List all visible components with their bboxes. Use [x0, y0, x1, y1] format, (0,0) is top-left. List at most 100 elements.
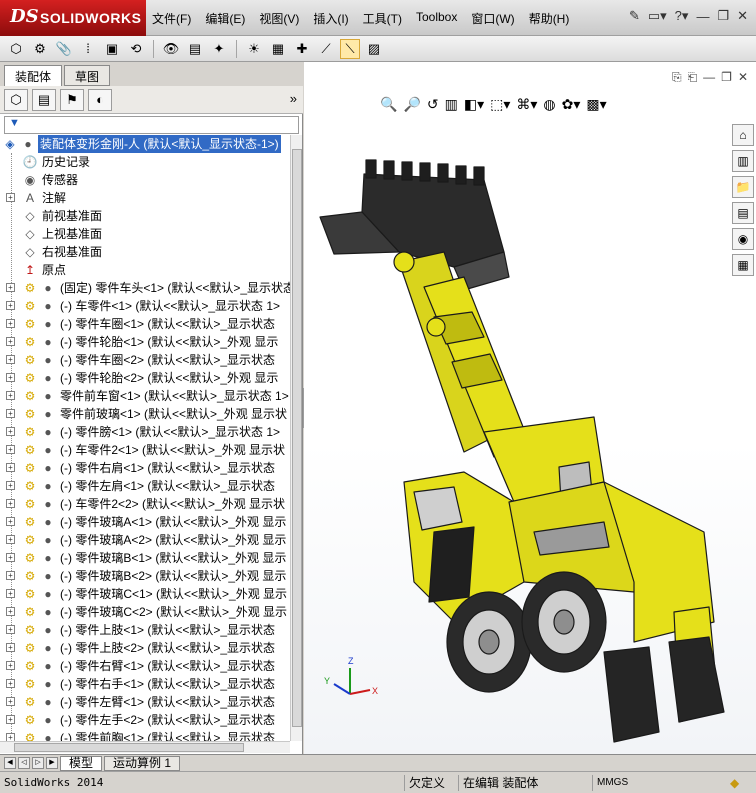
- expand-toggle-icon[interactable]: +: [6, 661, 15, 670]
- feature-manager-icon[interactable]: ⬡: [4, 88, 28, 111]
- tree-component-item[interactable]: + ⚙ ● (-) 车零件2<1> (默认<<默认>_外观 显示状: [0, 441, 290, 459]
- expand-toggle-icon[interactable]: +: [6, 193, 15, 202]
- expand-panel-icon[interactable]: »: [290, 91, 297, 106]
- expand-toggle-icon[interactable]: +: [6, 499, 15, 508]
- expand-toggle-icon[interactable]: +: [6, 517, 15, 526]
- tab-sketch[interactable]: 草图: [64, 65, 111, 86]
- tree-filter[interactable]: ▼: [4, 116, 299, 134]
- pin-icon[interactable]: ✎: [629, 8, 640, 24]
- tree-folder-item[interactable]: ↥ 原点: [0, 261, 290, 279]
- menu-tools[interactable]: 工具(T): [363, 10, 402, 27]
- tree-component-item[interactable]: + ⚙ ● (-) 零件轮胎<1> (默认<<默认>_外观 显示: [0, 333, 290, 351]
- tree-component-item[interactable]: + ⚙ ● (-) 零件玻璃C<1> (默认<<默认>_外观 显示: [0, 585, 290, 603]
- tree-folder-item[interactable]: ◇ 上视基准面: [0, 225, 290, 243]
- menu-view[interactable]: 视图(V): [259, 10, 299, 27]
- expand-toggle-icon[interactable]: +: [6, 571, 15, 580]
- minimize-icon[interactable]: —: [696, 9, 709, 24]
- solidworks-logo[interactable]: DS SOLIDWORKS: [0, 0, 146, 36]
- expand-toggle-icon[interactable]: +: [6, 553, 15, 562]
- help-icon[interactable]: ?▾: [675, 8, 689, 24]
- tree-horizontal-scrollbar[interactable]: [0, 741, 290, 753]
- menu-insert[interactable]: 插入(I): [313, 10, 348, 27]
- tab-assembly[interactable]: 装配体: [4, 65, 63, 86]
- graphics-area[interactable]: ⎘ ⎗ — ❐ ✕ 🔍 🔎 ↺ ▥ ◧▾ ⬚▾ ⌘▾ ◍ ✿▾ ▩▾ ⌂ ▥ 📁…: [304, 62, 756, 754]
- bill-of-materials-icon[interactable]: ▦: [268, 39, 288, 59]
- wheel-front[interactable]: [446, 591, 532, 693]
- property-manager-icon[interactable]: ▤: [32, 88, 56, 111]
- tree-component-item[interactable]: + ⚙ ● (-) 零件车圈<1> (默认<<默认>_显示状态: [0, 315, 290, 333]
- tree-folder-item[interactable]: ◇ 前视基准面: [0, 207, 290, 225]
- tree-component-item[interactable]: + ⚙ ● (-) 零件前胸<1> (默认<<默认>_显示状态: [0, 729, 290, 741]
- display-manager-icon[interactable]: ◐: [88, 88, 112, 111]
- new-document-icon[interactable]: ▭▾: [648, 8, 667, 24]
- expand-toggle-icon[interactable]: +: [6, 481, 15, 490]
- tree-component-item[interactable]: + ⚙ ● (-) 车零件2<2> (默认<<默认>_外观 显示状: [0, 495, 290, 513]
- rebuild-icon[interactable]: ◆: [730, 775, 739, 791]
- expand-toggle-icon[interactable]: +: [6, 373, 15, 382]
- expand-toggle-icon[interactable]: +: [6, 625, 15, 634]
- tree-component-item[interactable]: + ⚙ ● (-) 零件右臂<1> (默认<<默认>_显示状态: [0, 657, 290, 675]
- menu-window[interactable]: 窗口(W): [471, 10, 514, 27]
- prev-tab-icon[interactable]: ◁: [18, 757, 30, 769]
- expand-toggle-icon[interactable]: +: [6, 643, 15, 652]
- tree-component-item[interactable]: + ⚙ ● (-) 零件玻璃A<1> (默认<<默认>_外观 显示: [0, 513, 290, 531]
- tree-component-item[interactable]: + ⚙ ● 零件前车窗<1> (默认<<默认>_显示状态 1>: [0, 387, 290, 405]
- tree-component-item[interactable]: + ⚙ ● (-) 零件玻璃A<2> (默认<<默认>_外观 显示: [0, 531, 290, 549]
- move-component-icon[interactable]: ⟲: [126, 39, 146, 59]
- tree-component-item[interactable]: + ⚙ ● (固定) 零件车头<1> (默认<<默认>_显示状态: [0, 279, 290, 297]
- tree-folder-item[interactable]: + A 注解: [0, 189, 290, 207]
- foot-right[interactable]: [668, 636, 725, 723]
- menu-edit[interactable]: 编辑(E): [205, 10, 245, 27]
- edit-component-icon[interactable]: ⬡: [6, 39, 26, 59]
- show-hidden-icon[interactable]: 👁: [161, 39, 181, 59]
- side-block[interactable]: [428, 526, 475, 603]
- expand-toggle-icon[interactable]: +: [6, 301, 15, 310]
- tree-vertical-scrollbar[interactable]: [290, 135, 302, 741]
- tree-component-item[interactable]: + ⚙ ● 零件前玻璃<1> (默认<<默认>_外观 显示状: [0, 405, 290, 423]
- tab-motion-study[interactable]: 运动算例 1: [104, 755, 181, 771]
- expand-toggle-icon[interactable]: +: [6, 427, 15, 436]
- tree-component-item[interactable]: + ⚙ ● (-) 零件玻璃B<1> (默认<<默认>_外观 显示: [0, 549, 290, 567]
- speedpak-icon[interactable]: ▨: [364, 39, 384, 59]
- tree-folder-item[interactable]: 🕘 历史记录: [0, 153, 290, 171]
- exploded-view-icon[interactable]: ✚: [292, 39, 312, 59]
- tree-component-item[interactable]: + ⚙ ● (-) 零件上肢<2> (默认<<默认>_显示状态: [0, 639, 290, 657]
- expand-toggle-icon[interactable]: +: [6, 409, 15, 418]
- tree-component-item[interactable]: + ⚙ ● (-) 车零件<1> (默认<<默认>_显示状态 1>: [0, 297, 290, 315]
- tree-component-item[interactable]: + ⚙ ● (-) 零件左手<2> (默认<<默认>_显示状态: [0, 711, 290, 729]
- tree-component-item[interactable]: + ⚙ ● (-) 零件玻璃B<2> (默认<<默认>_外观 显示: [0, 567, 290, 585]
- expand-toggle-icon[interactable]: +: [6, 283, 15, 292]
- tree-component-item[interactable]: + ⚙ ● (-) 零件上肢<1> (默认<<默认>_显示状态: [0, 621, 290, 639]
- tree-component-item[interactable]: + ⚙ ● (-) 零件左臂<1> (默认<<默认>_显示状态: [0, 693, 290, 711]
- tree-component-item[interactable]: + ⚙ ● (-) 零件轮胎<2> (默认<<默认>_外观 显示: [0, 369, 290, 387]
- expand-toggle-icon[interactable]: +: [6, 535, 15, 544]
- expand-toggle-icon[interactable]: +: [6, 355, 15, 364]
- new-motion-study-icon[interactable]: ☀: [244, 39, 264, 59]
- tree-component-item[interactable]: + ⚙ ● (-) 零件右肩<1> (默认<<默认>_显示状态: [0, 459, 290, 477]
- robot-model[interactable]: Z X Y: [304, 62, 756, 754]
- scrollbar-thumb[interactable]: [292, 149, 302, 727]
- tree-component-item[interactable]: + ⚙ ● (-) 零件膀<1> (默认<<默认>_显示状态 1>: [0, 423, 290, 441]
- tree-folder-item[interactable]: ◇ 右视基准面: [0, 243, 290, 261]
- last-tab-icon[interactable]: ▶: [46, 757, 58, 769]
- tree-component-item[interactable]: + ⚙ ● (-) 零件右手<1> (默认<<默认>_显示状态: [0, 675, 290, 693]
- expand-toggle-icon[interactable]: +: [6, 733, 15, 741]
- expand-toggle-icon[interactable]: +: [6, 589, 15, 598]
- foot-left[interactable]: [603, 646, 660, 743]
- assembly-features-icon[interactable]: ▤: [185, 39, 205, 59]
- expand-toggle-icon[interactable]: +: [6, 715, 15, 724]
- instant3d-icon[interactable]: ⟍: [340, 38, 360, 59]
- explode-line-icon[interactable]: ⟋: [316, 39, 336, 59]
- expand-toggle-icon[interactable]: +: [6, 679, 15, 688]
- insert-component-icon[interactable]: ⚙: [30, 39, 50, 59]
- restore-icon[interactable]: ❐: [717, 8, 729, 24]
- configuration-manager-icon[interactable]: ⚑: [60, 88, 84, 111]
- expand-toggle-icon[interactable]: +: [6, 697, 15, 706]
- expand-toggle-icon[interactable]: +: [6, 445, 15, 454]
- expand-toggle-icon[interactable]: +: [6, 337, 15, 346]
- expand-toggle-icon[interactable]: +: [6, 319, 15, 328]
- linear-pattern-icon[interactable]: ⁞: [78, 39, 98, 59]
- tree-component-item[interactable]: + ⚙ ● (-) 零件左肩<1> (默认<<默认>_显示状态: [0, 477, 290, 495]
- menu-file[interactable]: 文件(F): [152, 10, 191, 27]
- reference-geometry-icon[interactable]: ✦: [209, 39, 229, 59]
